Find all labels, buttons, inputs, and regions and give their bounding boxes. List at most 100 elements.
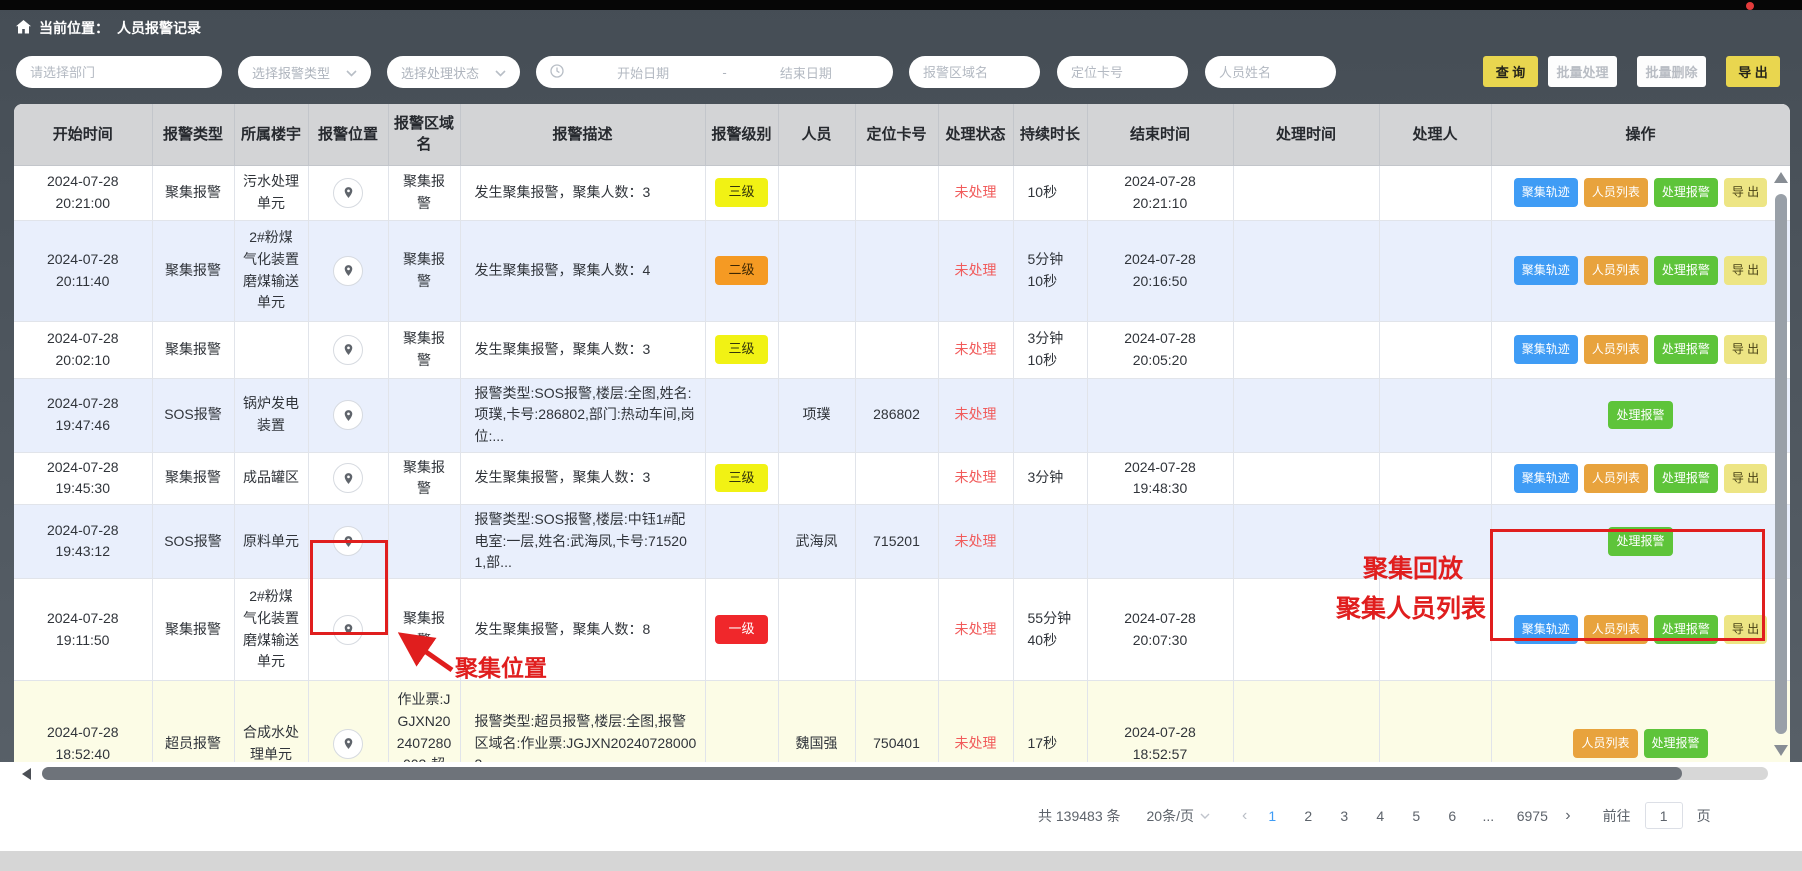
- page-size-select[interactable]: 20条/页: [1147, 806, 1210, 826]
- horizontal-scroll-thumb[interactable]: [42, 767, 1682, 780]
- location-pin-icon[interactable]: [333, 335, 363, 365]
- end-date-placeholder[interactable]: 结束日期: [733, 63, 879, 82]
- row-export-button[interactable]: 导 出: [1724, 178, 1767, 207]
- last-page-button[interactable]: 6975: [1513, 808, 1551, 824]
- department-input[interactable]: [16, 56, 222, 88]
- cell-alarm-area: 作业票:JGJXN202407280003-超员报警: [388, 681, 460, 763]
- page-button-4[interactable]: 4: [1369, 808, 1391, 824]
- row-export-button[interactable]: 导 出: [1724, 464, 1767, 493]
- page-button-5[interactable]: 5: [1405, 808, 1427, 824]
- track-button[interactable]: 聚集轨迹: [1514, 464, 1578, 493]
- table-row: 2024-07-28 18:52:40 超员报警 合成水处理单元 作业票:JGJ…: [14, 681, 1790, 763]
- page-size-value: 20条/页: [1147, 806, 1194, 826]
- handle-alarm-button[interactable]: 处理报警: [1654, 178, 1718, 207]
- page-button-2[interactable]: 2: [1297, 808, 1319, 824]
- cell-start-time: 2024-07-28 19:45:30: [14, 452, 152, 504]
- card-input[interactable]: [1057, 56, 1188, 88]
- handle-alarm-button[interactable]: 处理报警: [1654, 464, 1718, 493]
- page-button-6[interactable]: 6: [1441, 808, 1463, 824]
- handle-status-select[interactable]: 选择处理状态: [387, 56, 520, 88]
- track-button[interactable]: 聚集轨迹: [1514, 615, 1578, 644]
- name-input[interactable]: [1205, 56, 1336, 88]
- vertical-scroll-thumb[interactable]: [1775, 194, 1787, 734]
- location-pin-icon[interactable]: [333, 526, 363, 556]
- cell-duration: 10秒: [1013, 165, 1087, 220]
- table-row: 2024-07-28 19:43:12 SOS报警 原料单元 报警类型:SOS报…: [14, 504, 1790, 578]
- status-badge: 未处理: [938, 681, 1013, 763]
- location-pin-icon[interactable]: [333, 615, 363, 645]
- chevron-down-icon: [346, 65, 357, 80]
- chevron-down-icon: [495, 65, 506, 80]
- person-list-button[interactable]: 人员列表: [1584, 464, 1648, 493]
- person-list-button[interactable]: 人员列表: [1573, 729, 1637, 758]
- location-pin-icon[interactable]: [333, 463, 363, 493]
- export-button[interactable]: 导 出: [1726, 56, 1780, 87]
- alarm-type-select[interactable]: 选择报警类型: [238, 56, 371, 88]
- track-button[interactable]: 聚集轨迹: [1514, 335, 1578, 364]
- cell-handle-time: [1233, 378, 1379, 452]
- cell-alarm-desc: 报警类型:超员报警,楼层:全图,报警区域名:作业票:JGJXN202407280…: [460, 681, 705, 763]
- cell-handler: [1379, 452, 1491, 504]
- handle-alarm-button[interactable]: 处理报警: [1608, 401, 1672, 430]
- cell-alarm-type: 聚集报警: [152, 165, 234, 220]
- handle-alarm-button[interactable]: 处理报警: [1654, 256, 1718, 285]
- cell-card: 750401: [855, 681, 938, 763]
- vertical-scrollbar[interactable]: [1774, 168, 1788, 758]
- handle-alarm-button[interactable]: 处理报警: [1608, 527, 1672, 556]
- cell-building: 2#粉煤气化装置磨煤输送单元: [234, 220, 308, 321]
- track-button[interactable]: 聚集轨迹: [1514, 178, 1578, 207]
- page-button-3[interactable]: 3: [1333, 808, 1355, 824]
- alarm-table-card: 开始时间 报警类型 所属楼宇 报警位置 报警区域名 报警描述 报警级别 人员 定…: [14, 104, 1790, 762]
- horizontal-scrollbar[interactable]: [14, 766, 1790, 780]
- cell-building: 2#粉煤气化装置磨煤输送单元: [234, 579, 308, 681]
- batch-process-button[interactable]: 批量处理: [1548, 56, 1617, 87]
- handle-alarm-button[interactable]: 处理报警: [1654, 335, 1718, 364]
- table-row: 2024-07-28 19:47:46 SOS报警 锅炉发电装置 报警类型:SO…: [14, 378, 1790, 452]
- cell-building: [234, 321, 308, 378]
- cell-card: [855, 321, 938, 378]
- goto-unit: 页: [1697, 806, 1711, 826]
- person-list-button[interactable]: 人员列表: [1584, 615, 1648, 644]
- annotation-location-note: 聚集位置: [455, 649, 547, 683]
- cell-handler: [1379, 321, 1491, 378]
- cell-person: [778, 321, 855, 378]
- location-pin-icon[interactable]: [333, 178, 363, 208]
- cell-card: [855, 579, 938, 681]
- person-list-button[interactable]: 人员列表: [1584, 178, 1648, 207]
- person-list-button[interactable]: 人员列表: [1584, 256, 1648, 285]
- area-input[interactable]: [909, 56, 1040, 88]
- prev-page-button[interactable]: ‹: [1242, 807, 1247, 825]
- date-range-picker[interactable]: 开始日期 - 结束日期: [536, 56, 893, 88]
- more-pages-button[interactable]: ...: [1477, 808, 1499, 824]
- scroll-up-arrow-icon[interactable]: [1774, 172, 1788, 183]
- cell-building: 锅炉发电装置: [234, 378, 308, 452]
- next-page-button[interactable]: ›: [1565, 807, 1570, 825]
- scroll-left-arrow-icon[interactable]: [22, 768, 31, 780]
- cell-end-time: 2024-07-28 20:16:50: [1087, 220, 1233, 321]
- batch-delete-button[interactable]: 批量删除: [1637, 56, 1706, 87]
- col-actions: 操作: [1491, 104, 1790, 165]
- table-header-row: 开始时间 报警类型 所属楼宇 报警位置 报警区域名 报警描述 报警级别 人员 定…: [14, 104, 1790, 165]
- status-badge: 未处理: [938, 321, 1013, 378]
- cell-person: 项璞: [778, 378, 855, 452]
- col-alarm-type: 报警类型: [152, 104, 234, 165]
- status-badge: 未处理: [938, 378, 1013, 452]
- location-pin-icon[interactable]: [333, 256, 363, 286]
- handle-alarm-button[interactable]: 处理报警: [1654, 615, 1718, 644]
- row-export-button[interactable]: 导 出: [1724, 615, 1767, 644]
- location-pin-icon[interactable]: [333, 729, 363, 759]
- page-button-1[interactable]: 1: [1261, 808, 1283, 824]
- person-list-button[interactable]: 人员列表: [1584, 335, 1648, 364]
- row-export-button[interactable]: 导 出: [1724, 256, 1767, 285]
- cell-card: [855, 452, 938, 504]
- goto-page-input[interactable]: [1645, 802, 1683, 829]
- location-pin-icon[interactable]: [333, 400, 363, 430]
- cell-duration: 17秒: [1013, 681, 1087, 763]
- scroll-down-arrow-icon[interactable]: [1774, 745, 1788, 756]
- query-button[interactable]: 查 询: [1483, 56, 1538, 87]
- breadcrumb-label: 当前位置：: [39, 18, 109, 38]
- start-date-placeholder[interactable]: 开始日期: [570, 63, 716, 82]
- track-button[interactable]: 聚集轨迹: [1514, 256, 1578, 285]
- row-export-button[interactable]: 导 出: [1724, 335, 1767, 364]
- handle-alarm-button[interactable]: 处理报警: [1644, 729, 1708, 758]
